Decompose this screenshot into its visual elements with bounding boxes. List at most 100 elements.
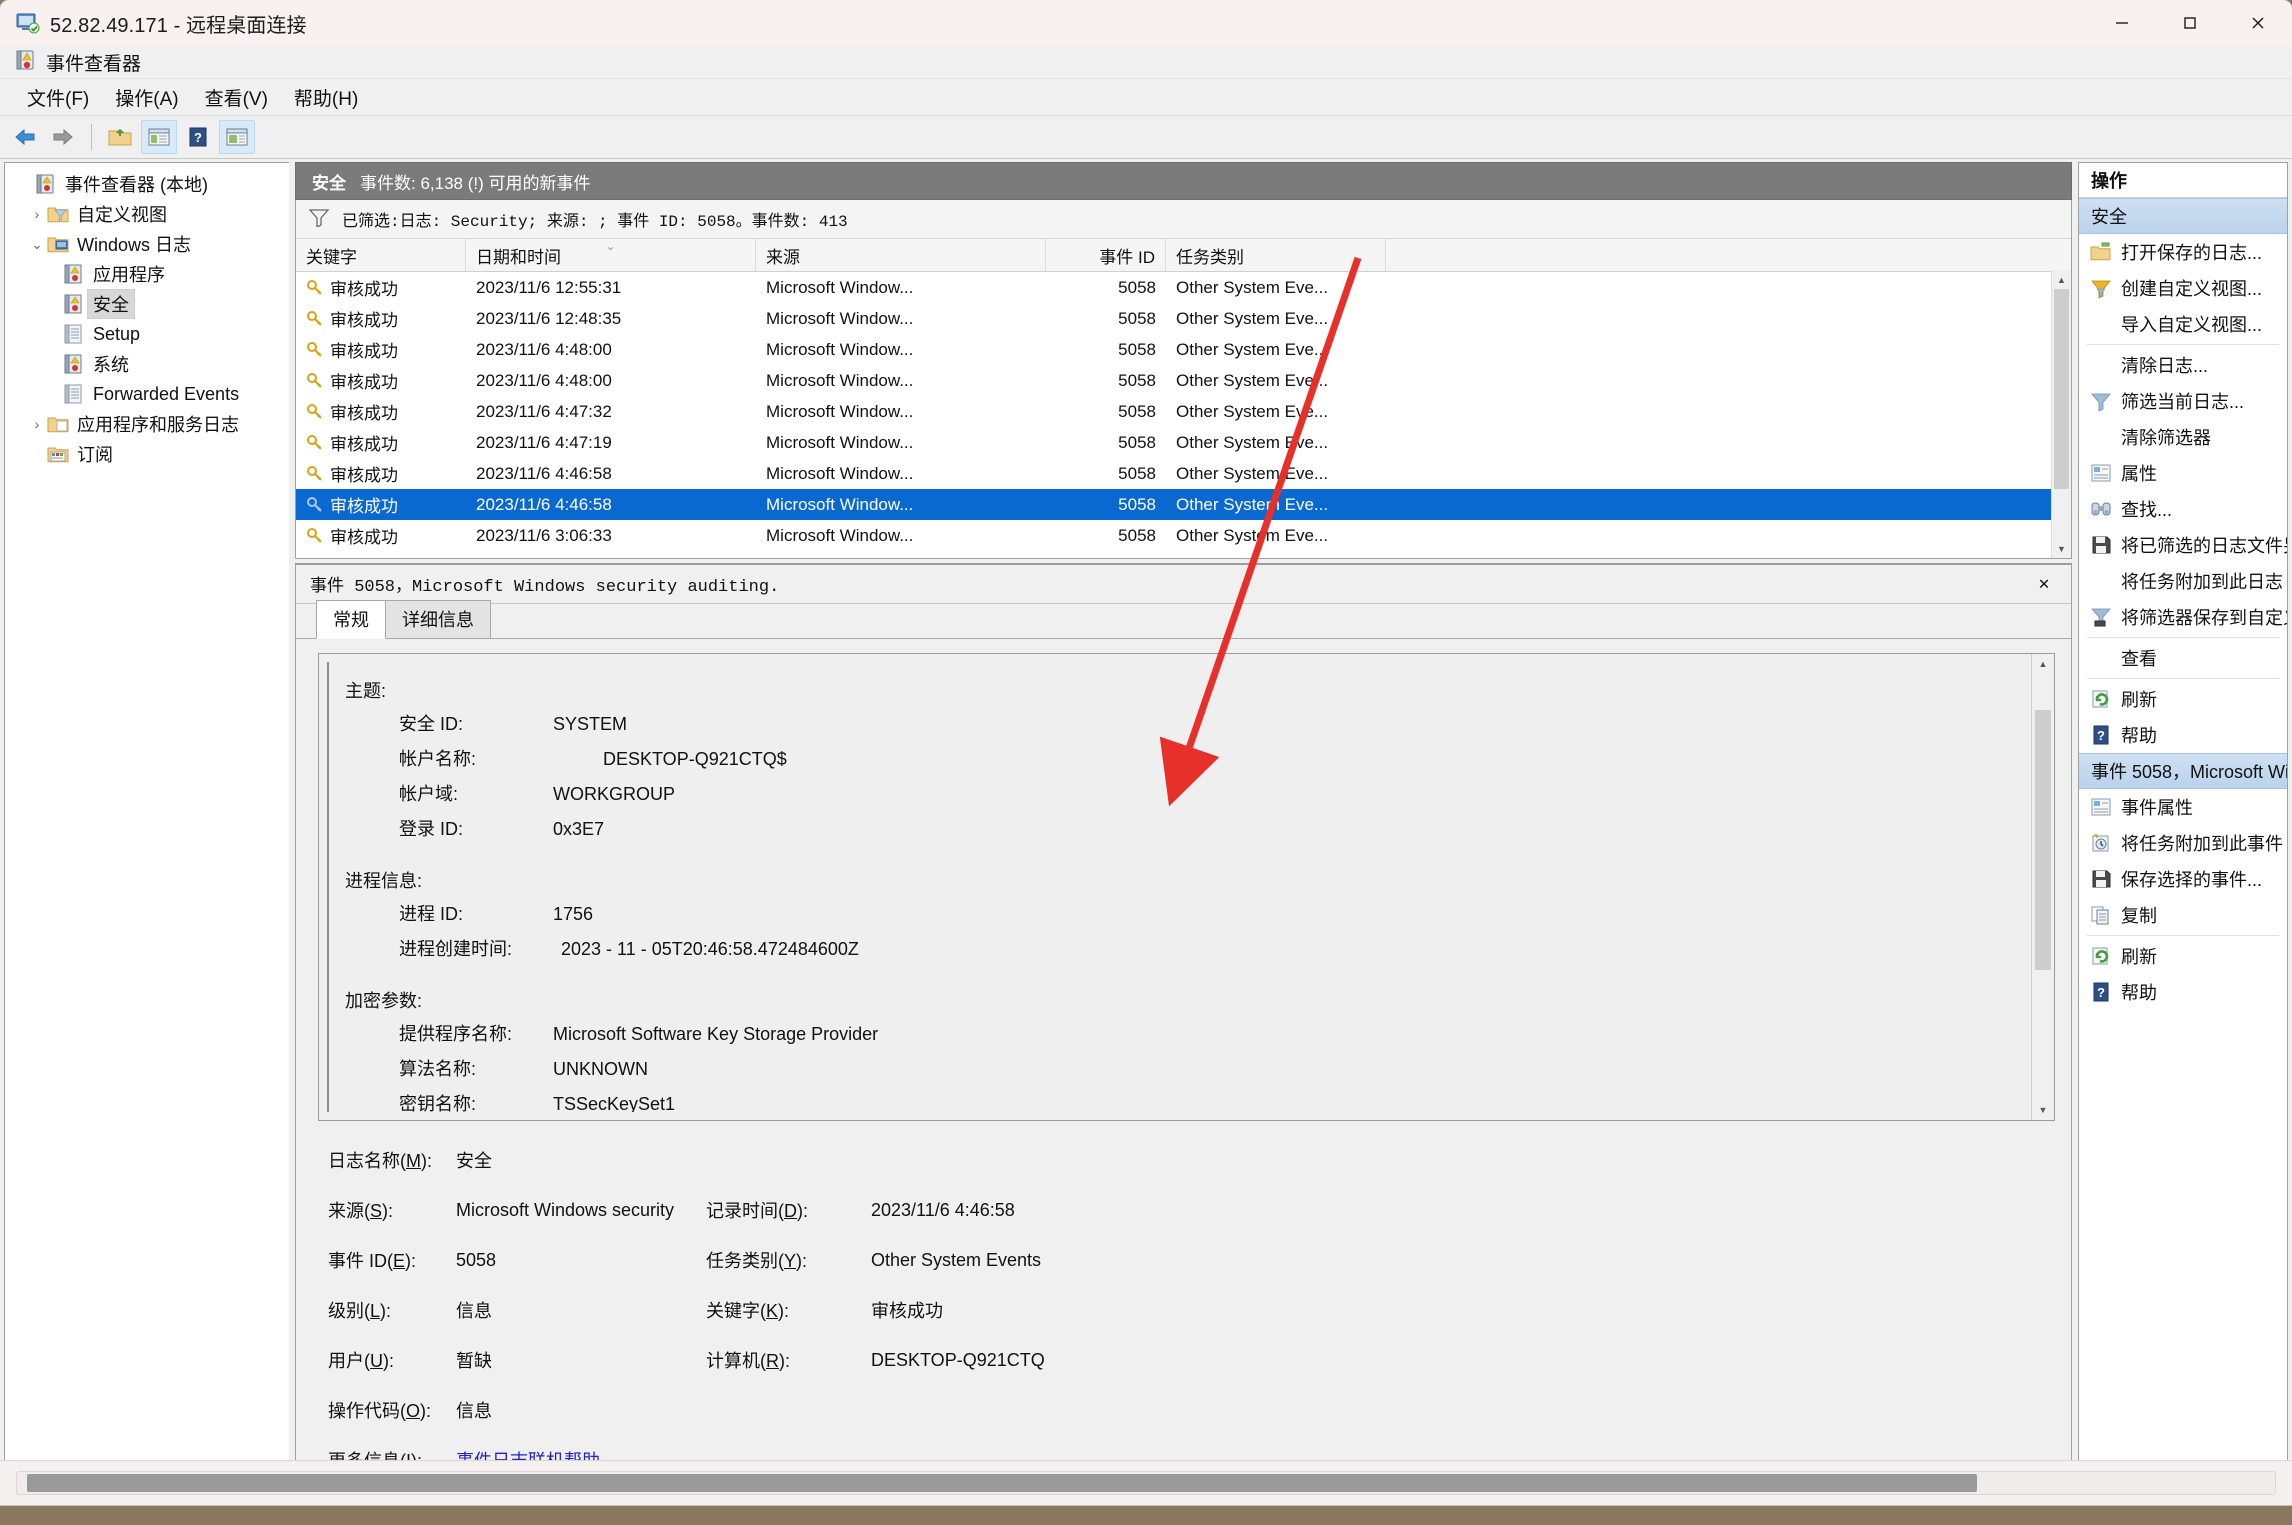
- column-header-datetime[interactable]: ⌄ 日期和时间: [466, 239, 756, 271]
- chevron-right-icon[interactable]: ›: [27, 416, 47, 432]
- sidebar-item-security[interactable]: 安全: [5, 289, 289, 319]
- table-row[interactable]: 审核成功 2023/11/6 4:46:58 Microsoft Window.…: [296, 458, 2071, 489]
- cell-task-category: Other System Eve...: [1166, 278, 1386, 298]
- cell-source: Microsoft Window...: [756, 371, 1046, 391]
- action-save-filter-to-custom-view[interactable]: 将筛选器保存到自定义视图...: [2079, 599, 2287, 635]
- action-properties[interactable]: 属性: [2079, 455, 2287, 491]
- table-row[interactable]: 审核成功 2023/11/6 3:06:33 Microsoft Window.…: [296, 520, 2071, 551]
- action-label: 将筛选器保存到自定义视图...: [2121, 604, 2287, 630]
- scroll-down-arrow-icon[interactable]: ▼: [2032, 1100, 2054, 1120]
- scroll-up-arrow-icon[interactable]: ▲: [2032, 654, 2054, 674]
- maximize-button[interactable]: [2156, 0, 2224, 46]
- cell-keyword: 审核成功: [296, 368, 466, 393]
- sidebar-item-system[interactable]: 系统: [5, 349, 289, 379]
- table-row[interactable]: 审核成功 2023/11/6 3:06:33 Microsoft Window.…: [296, 551, 2071, 558]
- menu-view[interactable]: 查看(V): [192, 80, 281, 115]
- meta-value-task-category: Other System Events: [871, 1250, 1041, 1271]
- scroll-down-arrow-icon[interactable]: ▼: [2052, 539, 2071, 558]
- tree-root-event-viewer[interactable]: 事件查看器 (本地): [5, 169, 289, 199]
- sidebar-item-setup[interactable]: Setup: [5, 319, 289, 349]
- kv-row: 帐户名称: DESKTOP-Q921CTQ$: [343, 741, 2021, 776]
- action-help-event[interactable]: ? 帮助: [2079, 974, 2287, 1010]
- log-banner: 安全 事件数: 6,138 (!) 可用的新事件: [295, 162, 2072, 200]
- action-refresh[interactable]: 刷新: [2079, 681, 2287, 717]
- kv-row: 提供程序名称: Microsoft Software Key Storage P…: [343, 1016, 2021, 1051]
- log-banner-count: 事件数: 6,138 (!) 可用的新事件: [360, 169, 590, 194]
- scroll-thumb[interactable]: [2054, 289, 2069, 489]
- action-create-custom-view[interactable]: 创建自定义视图...: [2079, 270, 2287, 306]
- table-row[interactable]: 审核成功 2023/11/6 4:48:00 Microsoft Window.…: [296, 334, 2071, 365]
- sidebar-item-custom-views[interactable]: › 自定义视图: [5, 199, 289, 229]
- cell-datetime: 2023/11/6 3:06:33: [466, 526, 756, 546]
- tab-general[interactable]: 常规: [316, 600, 386, 639]
- action-find[interactable]: 查找...: [2079, 491, 2287, 527]
- column-header-event-id[interactable]: 事件 ID: [1046, 239, 1166, 271]
- events-list-scrollbar[interactable]: ▲ ▼: [2051, 270, 2071, 558]
- action-copy[interactable]: 复制: [2079, 897, 2287, 933]
- action-help[interactable]: ? 帮助: [2079, 717, 2287, 753]
- show-hide-tree-icon[interactable]: [141, 120, 177, 154]
- action-save-filtered-log[interactable]: 将已筛选的日志文件另存为...: [2079, 527, 2287, 563]
- column-header-source[interactable]: 来源: [756, 239, 1046, 271]
- kv-row: 帐户域: WORKGROUP: [343, 776, 2021, 811]
- action-label: 创建自定义视图...: [2121, 275, 2262, 301]
- table-row[interactable]: 审核成功 2023/11/6 4:47:19 Microsoft Window.…: [296, 427, 2071, 458]
- column-header-keyword[interactable]: 关键字: [296, 239, 466, 271]
- cell-source: Microsoft Window...: [756, 557, 1046, 559]
- back-arrow-icon[interactable]: [8, 121, 42, 153]
- scroll-thumb[interactable]: [2035, 710, 2051, 970]
- column-header-task-category[interactable]: 任务类别: [1166, 239, 1386, 271]
- action-refresh-event[interactable]: 刷新: [2079, 938, 2287, 974]
- sidebar-item-application[interactable]: 应用程序: [5, 259, 289, 289]
- chevron-down-icon[interactable]: ⌄: [27, 236, 47, 253]
- menu-help[interactable]: 帮助(H): [281, 80, 371, 115]
- action-import-custom-view[interactable]: 导入自定义视图...: [2079, 306, 2287, 342]
- sidebar-item-forwarded-events[interactable]: Forwarded Events: [5, 379, 289, 409]
- action-filter-current-log[interactable]: 筛选当前日志...: [2079, 383, 2287, 419]
- action-clear-log[interactable]: 清除日志...: [2079, 347, 2287, 383]
- chevron-right-icon[interactable]: ›: [27, 206, 47, 222]
- open-folder-icon[interactable]: [103, 121, 137, 153]
- action-view[interactable]: 查看: [2079, 640, 2287, 676]
- actions-group-header-security[interactable]: 安全: [2079, 198, 2287, 234]
- table-row[interactable]: 审核成功 2023/11/6 12:48:35 Microsoft Window…: [296, 303, 2071, 334]
- meta-label-logged: 记录时间(D):: [706, 1197, 871, 1223]
- filter-status-bar[interactable]: 已筛选:日志: Security; 来源: ; 事件 ID: 5058。事件数:…: [296, 200, 2071, 239]
- cell-text: 审核成功: [330, 430, 398, 455]
- scroll-thumb[interactable]: [27, 1474, 1977, 1492]
- sidebar-item-subscriptions[interactable]: 订阅: [5, 439, 289, 469]
- help-icon[interactable]: ?: [181, 121, 215, 153]
- show-hide-actions-icon[interactable]: [219, 120, 255, 154]
- scroll-up-arrow-icon[interactable]: ▲: [2052, 270, 2071, 289]
- scroll-track[interactable]: [16, 1471, 2276, 1495]
- cell-keyword: 审核成功: [296, 554, 466, 558]
- menu-file[interactable]: 文件(F): [14, 80, 102, 115]
- kv-value: 1756: [553, 905, 593, 923]
- meta-label-task-category: 任务类别(Y):: [706, 1247, 871, 1273]
- tab-details[interactable]: 详细信息: [385, 600, 491, 638]
- table-row[interactable]: 审核成功 2023/11/6 12:55:31 Microsoft Window…: [296, 272, 2071, 303]
- actions-group-header-event[interactable]: 事件 5058，Microsoft Windows secu: [2079, 753, 2287, 789]
- table-row[interactable]: 审核成功 2023/11/6 4:47:32 Microsoft Window.…: [296, 396, 2071, 427]
- action-event-properties[interactable]: 事件属性: [2079, 789, 2287, 825]
- action-open-saved-log[interactable]: 打开保存的日志...: [2079, 234, 2287, 270]
- action-attach-task-to-log[interactable]: 将任务附加到此日志: [2079, 563, 2287, 599]
- menu-action[interactable]: 操作(A): [102, 80, 191, 115]
- kv-value: UNKNOWN: [553, 1060, 648, 1078]
- window-horizontal-scrollbar[interactable]: [0, 1460, 2292, 1505]
- table-row[interactable]: 审核成功 2023/11/6 4:48:00 Microsoft Window.…: [296, 365, 2071, 396]
- minimize-button[interactable]: [2088, 0, 2156, 46]
- forward-arrow-icon[interactable]: [46, 121, 80, 153]
- action-label: 将任务附加到此日志: [2121, 568, 2283, 594]
- action-save-selected-events[interactable]: 保存选择的事件...: [2079, 861, 2287, 897]
- sidebar-item-applications-and-services-logs[interactable]: › 应用程序和服务日志: [5, 409, 289, 439]
- action-clear-filter[interactable]: 清除筛选器: [2079, 419, 2287, 455]
- cell-text: 审核成功: [330, 368, 398, 393]
- event-detail-panel: 事件 5058，Microsoft Windows security audit…: [295, 563, 2072, 1486]
- sidebar-item-windows-logs[interactable]: ⌄ Windows 日志: [5, 229, 289, 259]
- close-button[interactable]: [2224, 0, 2292, 46]
- message-scrollbar[interactable]: ▲ ▼: [2031, 654, 2054, 1120]
- action-attach-task-to-event[interactable]: 将任务附加到此事件: [2079, 825, 2287, 861]
- close-icon[interactable]: ✕: [2031, 571, 2057, 597]
- table-row-selected[interactable]: 审核成功 2023/11/6 4:46:58 Microsoft Window.…: [296, 489, 2071, 520]
